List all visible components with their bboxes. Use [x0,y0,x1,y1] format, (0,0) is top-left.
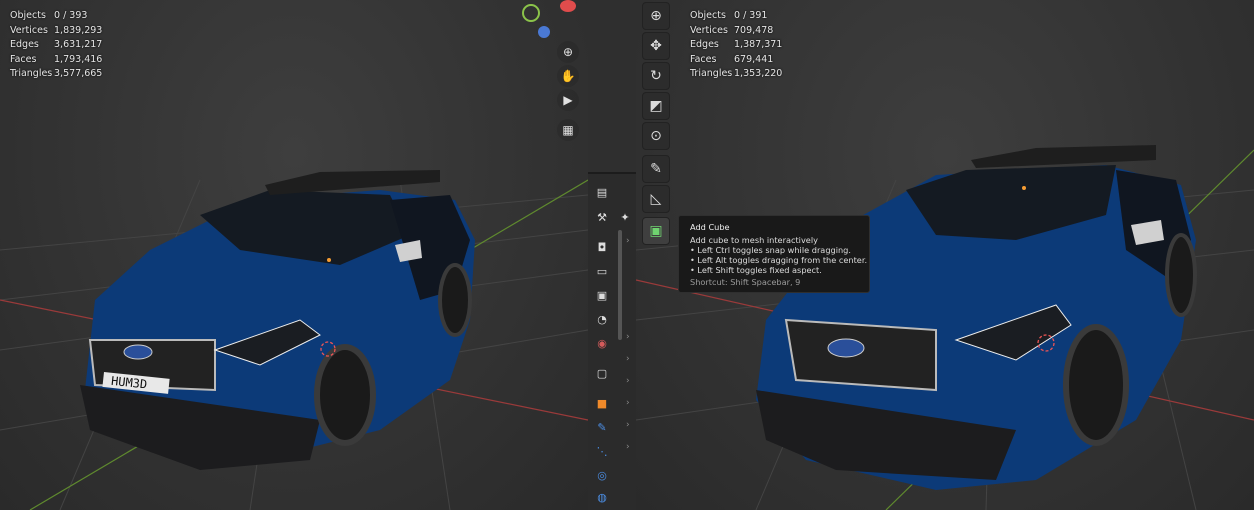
stat-label: Faces [10,53,37,65]
stat-value: 679,441 [734,53,774,65]
origin-dot-right [1022,186,1026,190]
output-tab-icon[interactable]: ▭ [593,262,611,280]
object-tab-icon[interactable]: ■ [593,394,611,412]
stat-value: 1,353,220 [734,68,783,80]
physics-tab-icon[interactable]: ◎ [593,466,611,484]
render-tab-icon[interactable]: ◘ [593,238,611,256]
measure-tool-icon[interactable]: ◺ [642,185,670,213]
tooltip-add-cube: Add Cube Add cube to mesh interactively … [678,215,870,293]
stat-value: 1,839,293 [54,24,103,36]
stat-label: Objects [10,10,46,21]
camera-icon[interactable]: ▶ [557,89,579,111]
panel-divider[interactable] [588,172,636,174]
properties-header-area [588,0,636,172]
annotate-tool-icon[interactable]: ✎ [642,155,670,183]
zoom-icon[interactable]: ⊕ [557,41,579,63]
gizmo-x-axis[interactable] [560,0,576,12]
cursor-tool-icon[interactable]: ⊕ [642,2,670,30]
stat-label: Edges [690,39,719,51]
tooltip-line: • Left Ctrl toggles snap while dragging. [690,245,851,255]
stat-value: 3,577,665 [54,68,103,80]
stat-label: Objects [690,10,726,21]
grid-icon[interactable]: ▦ [557,119,579,141]
car-model-left: HUM3D [80,170,475,470]
stat-label: Triangles [690,68,733,80]
modifiers-tab-icon[interactable]: ✎ [593,418,611,436]
tooltip-line: • Left Alt toggles dragging from the cen… [690,255,868,265]
expand-arrow-icon[interactable]: › [626,354,630,364]
expand-arrow-icon[interactable]: › [626,236,630,246]
stat-label: Vertices [690,24,728,36]
add-cube-tool-icon[interactable]: ▣ [642,217,670,245]
editor-type-icon[interactable]: ▤ [593,183,611,201]
stat-label: Faces [690,53,717,65]
world-tab-icon[interactable]: ◉ [593,334,611,352]
car-model-right [756,145,1197,490]
properties-scrollbar[interactable] [618,230,622,340]
stat-label: Vertices [10,24,48,36]
expand-arrow-icon[interactable]: › [626,420,630,430]
gizmo-y-axis[interactable] [522,4,540,22]
stat-value: 709,478 [734,24,774,36]
constraints-tab-icon[interactable]: ◍ [593,488,611,506]
stat-label: Edges [10,39,39,51]
stat-label: Triangles [10,68,53,80]
view-layer-tab-icon[interactable]: ▣ [593,286,611,304]
scene-statistics-right: Objects 0 / 391 Vertices 709,478 Edges 1,38… [690,9,782,82]
expand-arrow-icon[interactable]: › [626,442,630,452]
scene-tab-icon[interactable]: ◔ [593,310,611,328]
expand-arrow-icon[interactable]: › [626,376,630,386]
scale-tool-icon[interactable]: ◩ [642,92,670,120]
expand-arrow-icon[interactable]: › [626,398,630,408]
stat-value: 1,793,416 [54,53,103,65]
transform-tool-icon[interactable]: ⊙ [642,122,670,150]
gizmo-z-axis[interactable] [538,26,550,38]
scene-statistics-left: Objects 0 / 393 Vertices 1,839,293 Edges 3,… [10,9,102,82]
expand-arrow-icon[interactable]: › [626,332,630,342]
properties-panel: ▤ ⚒ ◘ ▭ ▣ ◔ ◉ ▢ ■ ✎ ⋱ ◎ ◍ ✦ › › › › › › … [588,0,636,510]
stat-value: 1,387,371 [734,39,783,51]
origin-dot-left [327,258,331,262]
viewport-left[interactable]: HUM3D Objects 0 / 393 Vertices 1,839,293 E… [0,0,588,510]
stat-value: 0 / 393 [54,10,88,21]
tooltip-line: • Left Shift toggles fixed aspect. [690,265,822,275]
tooltip-shortcut: Shortcut: Shift Spacebar, 9 [690,277,801,287]
tool-tab-icon[interactable]: ⚒ [593,208,611,226]
stat-value: 3,631,217 [54,39,103,51]
hand-pan-icon[interactable]: ✋ [557,65,579,87]
move-tool-icon[interactable]: ✥ [642,32,670,60]
tooltip-title: Add Cube [690,222,730,232]
collection-tab-icon[interactable]: ▢ [593,364,611,382]
brush-icon[interactable]: ✦ [616,208,634,226]
stat-value: 0 / 391 [734,10,768,21]
tooltip-description: Add cube to mesh interactively [690,235,818,245]
particles-tab-icon[interactable]: ⋱ [593,442,611,460]
rotate-tool-icon[interactable]: ↻ [642,62,670,90]
